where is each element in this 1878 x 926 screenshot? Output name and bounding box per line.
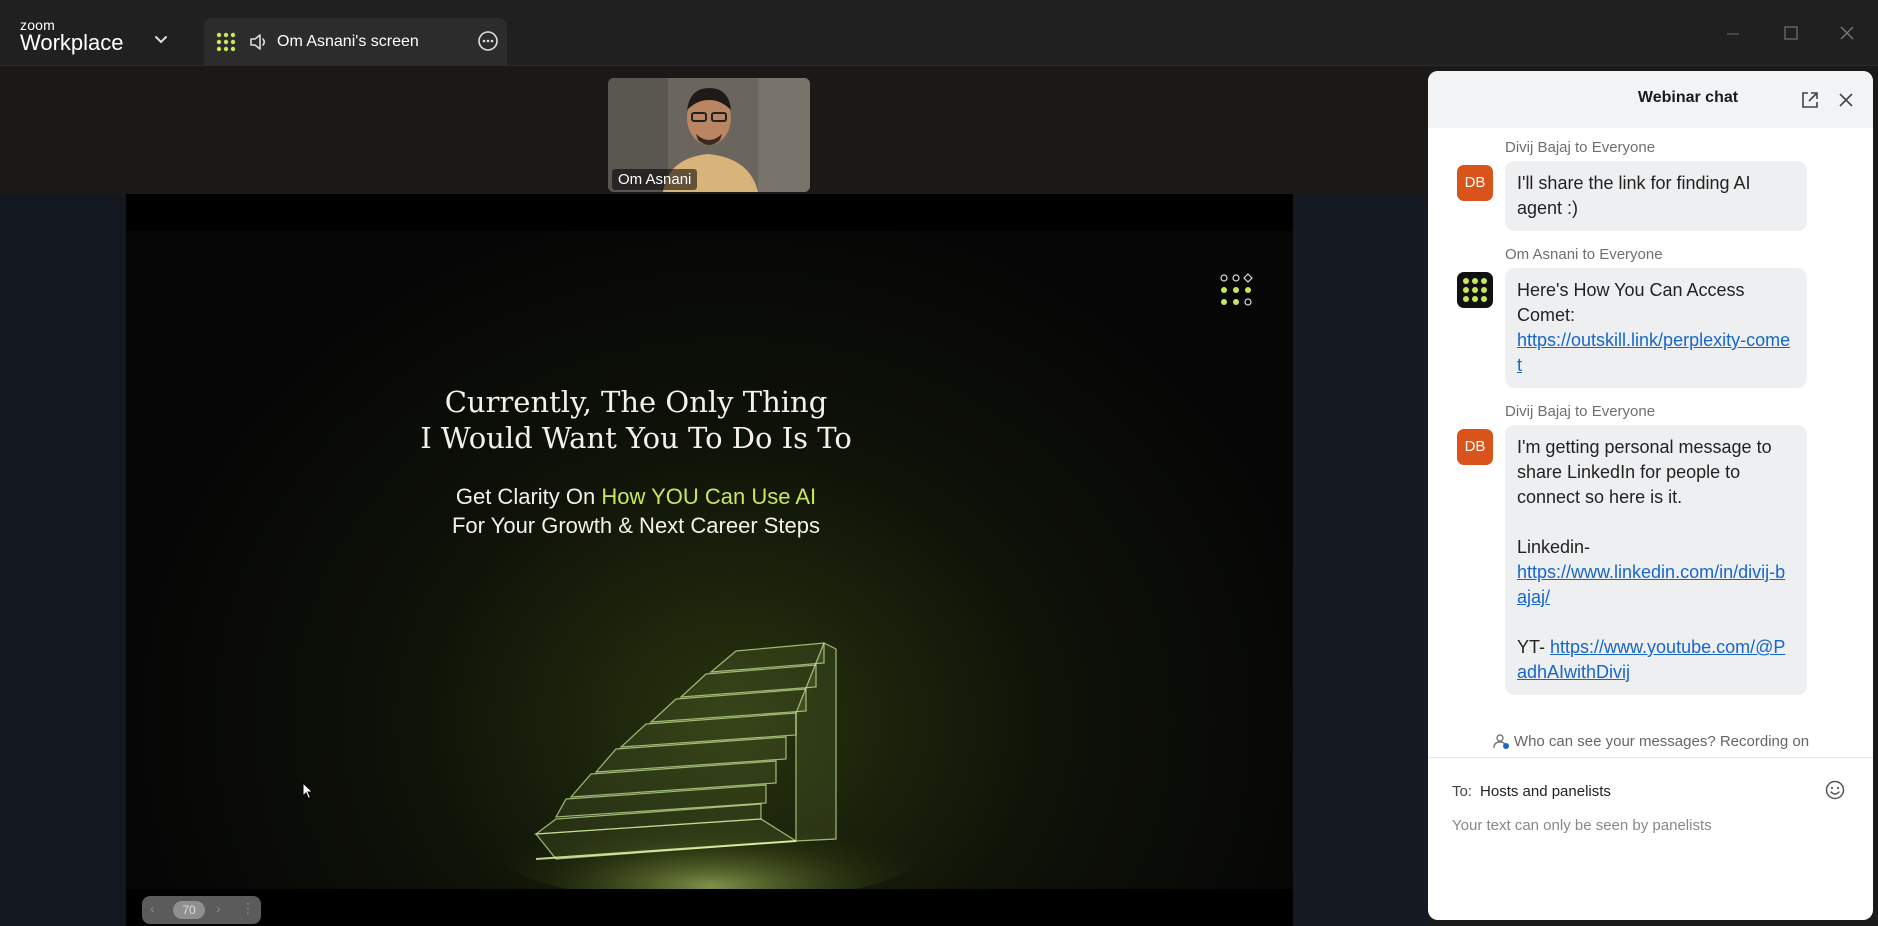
close-window-icon[interactable]: [1834, 20, 1860, 46]
stage-right-margin: [1293, 194, 1428, 926]
title-bar: zoom Workplace Om Asnani's screen: [0, 0, 1878, 66]
chat-message-input[interactable]: [1452, 817, 1842, 834]
message-bubble[interactable]: I'll share the link for finding AI agent…: [1505, 161, 1807, 231]
message-text: I'm getting personal message to share Li…: [1517, 437, 1772, 507]
sub-highlight: How YOU Can Use AI: [601, 484, 817, 509]
message-bubble[interactable]: Here's How You Can Access Comet: https:/…: [1505, 268, 1807, 388]
close-icon[interactable]: [1836, 90, 1856, 110]
presenter-logo-icon: [1463, 278, 1487, 302]
slide-subheadline: Get Clarity On How YOU Can Use AI For Yo…: [346, 482, 926, 540]
message-text: I'll share the link for finding AI agent…: [1517, 173, 1751, 218]
screen-share-tab[interactable]: Om Asnani's screen: [204, 18, 507, 65]
message-text: Here's How You Can Access Comet:: [1517, 280, 1745, 325]
youtube-label: YT-: [1517, 637, 1551, 657]
participant-name: Om Asnani: [612, 169, 698, 190]
tab-title: Om Asnani's screen: [277, 33, 419, 50]
emoji-icon[interactable]: [1824, 779, 1846, 801]
message-link[interactable]: https://outskill.link/perplexity-comet: [1517, 330, 1790, 375]
shared-screen[interactable]: Currently, The Only Thing I Would Want Y…: [126, 194, 1293, 926]
user-privacy-icon: [1493, 734, 1509, 749]
chat-header: Webinar chat: [1428, 71, 1873, 128]
glass-stairs-illustration: [496, 642, 926, 889]
headline-line-1: Currently, The Only Thing: [444, 385, 828, 419]
slide-page-number: 70: [173, 901, 205, 919]
privacy-notice[interactable]: Who can see your messages? Recording on: [1428, 727, 1873, 758]
stage-left-margin: [0, 194, 126, 926]
meeting-stage: Om Asnani Currently, The Only Thing I Wo…: [0, 66, 1428, 926]
avatar: DB: [1457, 165, 1493, 201]
maximize-icon[interactable]: [1778, 20, 1804, 46]
slide-menu-icon[interactable]: ⋮: [241, 900, 255, 917]
linkedin-label: Linkedin-: [1517, 537, 1591, 557]
sub-prefix: Get Clarity On: [455, 484, 602, 509]
sub-line-2: For Your Growth & Next Career Steps: [451, 513, 821, 538]
recipient-value[interactable]: Hosts and panelists: [1480, 783, 1611, 800]
message-bubble[interactable]: I'm getting personal message to share Li…: [1505, 425, 1807, 695]
slide-letterbox-top: [126, 194, 1293, 231]
linkedin-link[interactable]: https://www.linkedin.com/in/divij-bajaj/: [1517, 562, 1785, 607]
webinar-chat-panel: Webinar chat Divij Bajaj to Everyone DB …: [1428, 71, 1873, 920]
message-sender: Divij Bajaj to Everyone: [1505, 403, 1656, 420]
brand-bottom: Workplace: [20, 30, 124, 55]
presenter-logo-icon: [1220, 273, 1253, 306]
headline-line-2: I Would Want You To Do Is To: [420, 421, 852, 455]
recipient-selector[interactable]: To: Hosts and panelists: [1452, 783, 1611, 800]
more-options-icon[interactable]: [476, 29, 500, 53]
avatar: [1457, 272, 1493, 308]
mouse-cursor-icon: [302, 782, 314, 800]
apps-grid-icon[interactable]: [215, 31, 237, 53]
slide-headline: Currently, The Only Thing I Would Want Y…: [346, 384, 926, 456]
to-label: To:: [1452, 783, 1473, 800]
popout-icon[interactable]: [1800, 90, 1820, 110]
previous-slide-icon[interactable]: ‹: [150, 900, 155, 916]
privacy-text: Who can see your messages? Recording on: [1513, 733, 1810, 750]
minimize-icon[interactable]: [1720, 20, 1746, 46]
youtube-link[interactable]: https://www.youtube.com/@PadhAIwithDivij: [1517, 637, 1785, 682]
chevron-down-icon[interactable]: [152, 30, 170, 48]
app-brand: zoom Workplace: [20, 18, 124, 54]
message-sender: Om Asnani to Everyone: [1505, 246, 1663, 263]
avatar: DB: [1457, 429, 1493, 465]
slide-letterbox-bottom: [126, 889, 1293, 926]
next-slide-icon[interactable]: ›: [216, 900, 221, 916]
participant-video[interactable]: Om Asnani: [608, 78, 810, 192]
slide-navigation[interactable]: ‹ 70 › ⋮: [142, 896, 261, 924]
message-sender: Divij Bajaj to Everyone: [1505, 139, 1656, 156]
speaker-icon[interactable]: [248, 31, 270, 53]
